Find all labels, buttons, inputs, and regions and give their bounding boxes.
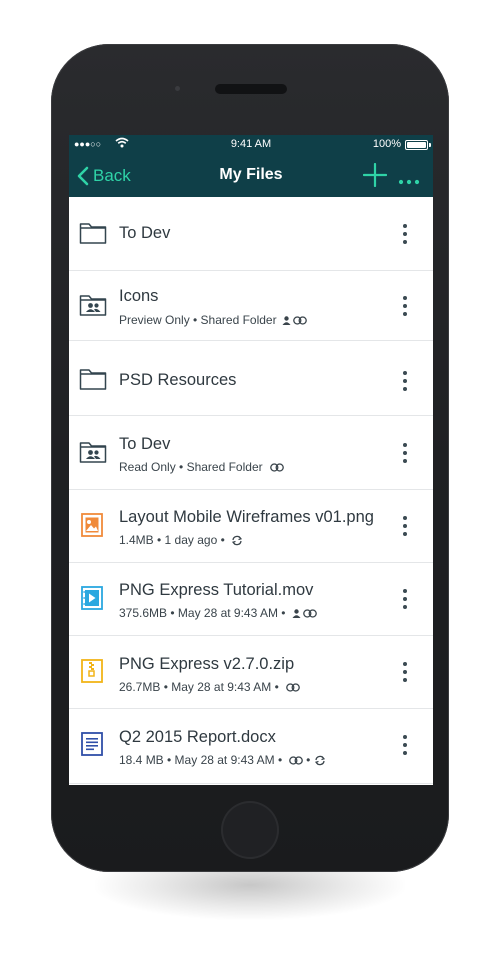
folder-icon — [79, 367, 107, 395]
link-icon — [285, 682, 300, 692]
file-meta: 1.4MB • 1 day ago • — [119, 533, 243, 547]
sync-icon — [231, 535, 243, 546]
shared-folder-icon — [79, 440, 107, 468]
front-camera — [175, 86, 180, 91]
file-row-to-dev-shared[interactable]: To Dev Read Only • Shared Folder — [69, 416, 433, 490]
more-options-button[interactable] — [398, 172, 420, 185]
document-file-icon — [79, 731, 107, 759]
file-meta: Read Only • Shared Folder — [119, 460, 284, 474]
shared-folder-icon — [79, 293, 107, 321]
status-bar: ●●●○○ 9:41 AM 100% — [69, 135, 433, 153]
row-more-button[interactable] — [395, 587, 415, 611]
add-button[interactable] — [362, 162, 388, 188]
video-file-icon — [79, 585, 107, 613]
battery-icon — [405, 140, 431, 150]
row-more-button[interactable] — [395, 514, 415, 538]
row-more-button[interactable] — [395, 369, 415, 393]
row-more-button[interactable] — [395, 733, 415, 757]
earpiece-speaker — [215, 84, 287, 94]
link-icon — [302, 608, 317, 618]
file-row-png-express-zip[interactable]: PNG Express v2.7.0.zip 26.7MB • May 28 a… — [69, 636, 433, 709]
file-row-icons[interactable]: Icons Preview Only • Shared Folder — [69, 271, 433, 341]
file-meta: 375.6MB • May 28 at 9:43 AM • — [119, 606, 317, 620]
file-row-q2-report[interactable]: Q2 2015 Report.docx 18.4 MB • May 28 at … — [69, 709, 433, 784]
file-title: PSD Resources — [119, 371, 237, 389]
row-more-button[interactable] — [395, 294, 415, 318]
row-more-button[interactable] — [395, 222, 415, 246]
file-list: To Dev Icons Preview Only • Shared Folde… — [69, 197, 433, 784]
file-row-layout-wireframes[interactable]: Layout Mobile Wireframes v01.png 1.4MB •… — [69, 490, 433, 563]
zip-file-icon — [79, 658, 107, 686]
file-title: PNG Express Tutorial.mov — [119, 581, 314, 599]
file-meta: 18.4 MB • May 28 at 9:43 AM • • — [119, 753, 326, 767]
person-icon — [282, 315, 291, 325]
file-title: Icons — [119, 287, 159, 305]
link-icon — [269, 462, 284, 472]
file-meta: Preview Only • Shared Folder — [119, 313, 307, 327]
folder-icon — [79, 221, 107, 249]
file-title: To Dev — [119, 435, 171, 453]
ellipsis-icon — [398, 179, 420, 185]
phone-screen: ●●●○○ 9:41 AM 100% Back My Files To Dev … — [69, 135, 433, 785]
link-icon — [292, 315, 307, 325]
file-title: To Dev — [119, 224, 171, 242]
bullet-separator: • — [306, 753, 311, 767]
link-icon — [289, 755, 304, 765]
person-icon — [292, 608, 301, 618]
row-more-button[interactable] — [395, 441, 415, 465]
row-more-button[interactable] — [395, 660, 415, 684]
file-title: PNG Express v2.7.0.zip — [119, 655, 295, 673]
file-row-psd-resources[interactable]: PSD Resources — [69, 341, 433, 416]
file-meta: 26.7MB • May 28 at 9:43 AM • — [119, 680, 300, 694]
file-row-to-dev[interactable]: To Dev — [69, 197, 433, 271]
file-row-png-express-tutorial[interactable]: PNG Express Tutorial.mov 375.6MB • May 2… — [69, 563, 433, 636]
file-title: Q2 2015 Report.docx — [119, 728, 276, 746]
sync-icon — [314, 755, 326, 766]
file-title: Layout Mobile Wireframes v01.png — [119, 508, 374, 526]
battery-percent: 100% — [372, 138, 401, 150]
plus-icon — [362, 162, 388, 188]
home-button[interactable] — [221, 801, 279, 859]
navigation-bar: Back My Files — [69, 153, 433, 197]
image-file-icon — [79, 512, 107, 540]
